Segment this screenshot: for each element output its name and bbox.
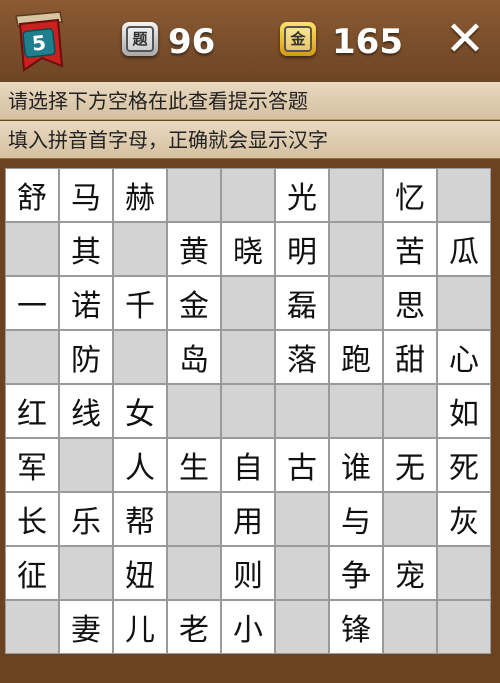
board-cell-filled[interactable]: 则 (221, 546, 275, 600)
board-cell-empty[interactable] (167, 384, 221, 438)
board-cell-empty[interactable] (329, 222, 383, 276)
board-cell-filled[interactable]: 古 (275, 438, 329, 492)
board-cell-filled[interactable]: 金 (167, 276, 221, 330)
board-cell-filled[interactable]: 防 (59, 330, 113, 384)
board-cell-filled[interactable]: 帮 (113, 492, 167, 546)
board-cell-filled[interactable]: 一 (5, 276, 59, 330)
close-button[interactable]: ✕ (442, 15, 488, 63)
board-cell-filled[interactable]: 灰 (437, 492, 491, 546)
question-count: 96 (168, 22, 216, 62)
board-cell-empty[interactable] (437, 600, 491, 654)
board-cell-filled[interactable]: 长 (5, 492, 59, 546)
board-cell-empty[interactable] (221, 168, 275, 222)
board-cell-empty[interactable] (275, 546, 329, 600)
board-cell-filled[interactable]: 儿 (113, 600, 167, 654)
board-cell-filled[interactable]: 千 (113, 276, 167, 330)
crossword-board: 舒马赫 光忆其黄晓明苦瓜一诺千金磊思防岛落跑甜心红线女 如军人生自古谁无死长乐帮用与… (5, 168, 491, 654)
board-cell-filled[interactable]: 妻 (59, 600, 113, 654)
gold-count: 165 (332, 22, 403, 62)
board-cell-filled[interactable]: 瓜 (437, 222, 491, 276)
board-cell-filled[interactable]: 甜 (383, 330, 437, 384)
board-cell-empty[interactable] (383, 600, 437, 654)
board-cell-empty[interactable] (329, 168, 383, 222)
top-bar: 5 题 96 金 165 ✕ (0, 0, 500, 82)
board-cell-filled[interactable]: 心 (437, 330, 491, 384)
board-cell-empty[interactable] (437, 276, 491, 330)
board-cell-filled[interactable]: 线 (59, 384, 113, 438)
board-cell-filled[interactable]: 晓 (221, 222, 275, 276)
board-cell-empty[interactable] (113, 330, 167, 384)
board-cell-filled[interactable]: 妞 (113, 546, 167, 600)
board-cell-empty[interactable] (383, 384, 437, 438)
board-cell-empty[interactable] (383, 492, 437, 546)
close-icon: ✕ (444, 11, 486, 67)
board-cell-empty[interactable] (5, 222, 59, 276)
board-cell-empty[interactable] (5, 330, 59, 384)
board-cell-empty[interactable] (5, 600, 59, 654)
board-cell-filled[interactable]: 老 (167, 600, 221, 654)
level-number: 5 (31, 30, 47, 55)
board-cell-empty[interactable] (275, 492, 329, 546)
board-cell-filled[interactable]: 明 (275, 222, 329, 276)
board-cell-filled[interactable]: 如 (437, 384, 491, 438)
board-cell-filled[interactable]: 诺 (59, 276, 113, 330)
level-flag-icon[interactable]: 5 (10, 8, 66, 74)
board-cell-filled[interactable]: 落 (275, 330, 329, 384)
hint-line-1: 请选择下方空格在此查看提示答题 (0, 82, 500, 120)
board-cell-empty[interactable] (113, 222, 167, 276)
board-cell-filled[interactable]: 岛 (167, 330, 221, 384)
board-cell-filled[interactable]: 争 (329, 546, 383, 600)
board-cell-filled[interactable]: 自 (221, 438, 275, 492)
board-cell-filled[interactable]: 其 (59, 222, 113, 276)
gold-coin-icon: 金 (280, 22, 316, 56)
board-cell-filled[interactable]: 锋 (329, 600, 383, 654)
question-count-icon: 题 (122, 22, 158, 56)
board-cell-filled[interactable]: 女 (113, 384, 167, 438)
board-cell-filled[interactable]: 舒 (5, 168, 59, 222)
board-cell-filled[interactable]: 军 (5, 438, 59, 492)
board-cell-filled[interactable]: 小 (221, 600, 275, 654)
board-cell-filled[interactable]: 黄 (167, 222, 221, 276)
board-cell-empty[interactable] (275, 384, 329, 438)
board-cell-empty[interactable] (59, 438, 113, 492)
board-cell-filled[interactable]: 忆 (383, 168, 437, 222)
board-cell-filled[interactable]: 光 (275, 168, 329, 222)
board-cell-filled[interactable]: 无 (383, 438, 437, 492)
board-cell-filled[interactable]: 红 (5, 384, 59, 438)
question-icon-label: 题 (126, 26, 154, 52)
board-cell-empty[interactable] (437, 546, 491, 600)
board-cell-filled[interactable]: 死 (437, 438, 491, 492)
hint-line-2: 填入拼音首字母，正确就会显示汉字 (0, 121, 500, 159)
board-cell-empty[interactable] (437, 168, 491, 222)
board-cell-filled[interactable]: 用 (221, 492, 275, 546)
board-cell-filled[interactable]: 谁 (329, 438, 383, 492)
board-cell-filled[interactable]: 宠 (383, 546, 437, 600)
board-cell-filled[interactable]: 赫 (113, 168, 167, 222)
board-cell-filled[interactable]: 生 (167, 438, 221, 492)
board-cell-filled[interactable]: 征 (5, 546, 59, 600)
board-cell-empty[interactable] (329, 276, 383, 330)
board-cell-filled[interactable]: 磊 (275, 276, 329, 330)
board-cell-filled[interactable]: 跑 (329, 330, 383, 384)
board-cell-empty[interactable] (167, 546, 221, 600)
board-cell-empty[interactable] (329, 384, 383, 438)
board-cell-empty[interactable] (221, 276, 275, 330)
board-cell-filled[interactable]: 人 (113, 438, 167, 492)
board-cell-filled[interactable]: 马 (59, 168, 113, 222)
board-cell-empty[interactable] (59, 546, 113, 600)
board-cell-filled[interactable]: 与 (329, 492, 383, 546)
board-cell-filled[interactable]: 苦 (383, 222, 437, 276)
board-cell-empty[interactable] (221, 330, 275, 384)
board-cell-empty[interactable] (167, 168, 221, 222)
board-cell-filled[interactable]: 思 (383, 276, 437, 330)
board-cell-filled[interactable]: 乐 (59, 492, 113, 546)
board-cell-empty[interactable] (221, 384, 275, 438)
board-cell-empty[interactable] (275, 600, 329, 654)
board-cell-empty[interactable] (167, 492, 221, 546)
gold-icon-label: 金 (284, 26, 312, 52)
